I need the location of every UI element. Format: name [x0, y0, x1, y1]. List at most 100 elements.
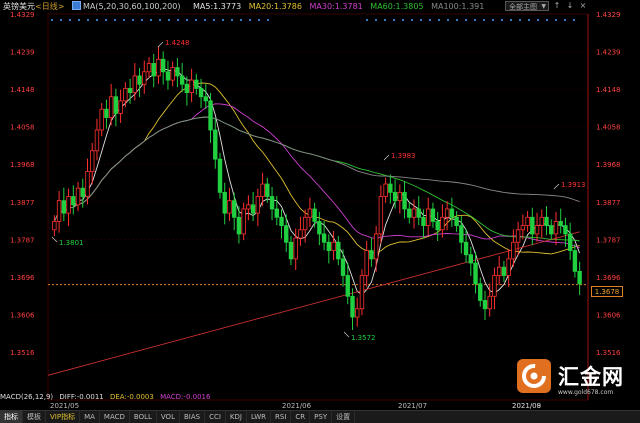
marker-dot: [258, 19, 260, 21]
candle-body: [331, 241, 336, 251]
candle-body: [492, 275, 497, 297]
candle-body: [520, 225, 526, 231]
candle-body: [85, 171, 90, 197]
marker-dot: [240, 19, 242, 21]
date-label-0: 2021/05: [50, 402, 79, 410]
candle-body: [213, 129, 218, 160]
candle-body: [350, 295, 355, 318]
close-icon[interactable]: ×: [578, 1, 588, 11]
candle-body: [392, 191, 398, 202]
candle-body: [66, 196, 71, 214]
tab-12[interactable]: CR: [291, 411, 311, 423]
macd-dea: DEA:-0.0003: [109, 393, 154, 401]
candle-body: [459, 225, 464, 243]
candle-body: [482, 300, 488, 310]
candle-body: [302, 216, 308, 231]
marker-dot: [519, 19, 521, 21]
ma100-line: [53, 116, 580, 222]
tab-3[interactable]: MA: [80, 411, 100, 423]
price-left-4: 1.3968: [10, 161, 35, 169]
tab-9[interactable]: KDJ: [226, 411, 247, 423]
candle-body: [312, 208, 317, 222]
date-label-2: 2021/07: [398, 402, 427, 410]
candle-body: [194, 79, 199, 89]
candle-body: [407, 208, 412, 218]
candle-body: [549, 225, 554, 235]
candle-body: [265, 183, 270, 197]
candle-body: [56, 200, 62, 222]
price-right-9: 1.3516: [596, 349, 621, 357]
marker-dot: [222, 19, 224, 21]
candle-body: [534, 225, 540, 235]
marker-dot: [528, 19, 530, 21]
candle-body: [127, 88, 133, 93]
candle-body: [170, 67, 175, 81]
marker-dot: [492, 19, 494, 21]
candle-body: [501, 266, 507, 276]
marker-dot: [60, 19, 62, 21]
candle-body: [146, 63, 152, 73]
ma200-line: [47, 231, 580, 376]
marker-dot: [537, 19, 539, 21]
marker-dot: [510, 19, 512, 21]
marker-dot: [159, 19, 161, 21]
tab-8[interactable]: CCI: [205, 411, 226, 423]
marker-dot: [231, 19, 233, 21]
candle-body: [284, 225, 289, 243]
annotation-low1: 1.3801: [59, 239, 84, 247]
ma20-line: [53, 82, 580, 255]
checkbox-icon[interactable]: [71, 1, 81, 10]
candle-body: [369, 250, 374, 260]
macd-value: MACD:-0.0016: [160, 393, 211, 401]
candle-body: [430, 208, 436, 222]
tab-6[interactable]: VOL: [157, 411, 180, 423]
candle-body: [572, 250, 578, 272]
tab-0[interactable]: 指标: [0, 411, 23, 423]
candle-body: [307, 208, 313, 218]
ma20-value: MA20:1.3786: [248, 2, 302, 11]
price-right-2: 1.4148: [596, 86, 621, 94]
marker-dot: [438, 19, 440, 21]
marker-dot: [456, 19, 458, 21]
candle-body: [250, 204, 256, 214]
symbol-label[interactable]: 英镑美元: [3, 2, 35, 11]
marker-dot: [483, 19, 485, 21]
tab-5[interactable]: BOLL: [130, 411, 157, 423]
candle-body: [416, 208, 421, 218]
macd-legend: MACD(26,12,9) DIFF:-0.0011 DEA:-0.0003 M…: [0, 392, 214, 402]
ma100-value: MA100:1.391: [431, 2, 485, 11]
candle-body: [563, 225, 568, 235]
tab-14[interactable]: 设置: [332, 411, 356, 423]
ma-spec[interactable]: MA(5,20,30,60,100,200): [71, 1, 186, 11]
marker-dot: [96, 19, 98, 21]
tab-4[interactable]: MACD: [100, 411, 130, 423]
ma30-line: [53, 103, 580, 249]
candle-body: [222, 191, 227, 214]
tab-7[interactable]: BIAS: [180, 411, 206, 423]
candle-body: [104, 108, 109, 118]
tab-13[interactable]: PSY: [310, 411, 333, 423]
candle-body: [364, 250, 369, 276]
candle-body: [544, 216, 549, 227]
annotation-low2: 1.3572: [351, 334, 376, 342]
tab-1[interactable]: 模板: [23, 411, 46, 423]
marker-dot: [465, 19, 467, 21]
candle-body: [179, 75, 185, 85]
arrow-down-icon[interactable]: ↓: [565, 1, 575, 11]
candle-body: [449, 208, 455, 218]
date-label-1: 2021/06: [282, 402, 312, 410]
chevron-down-icon: ▼: [541, 3, 546, 10]
tab-11[interactable]: RSI: [271, 411, 292, 423]
candle-body: [525, 216, 530, 227]
main-chart-dropdown[interactable]: 全部主图 ▼: [505, 1, 549, 11]
price-left-8: 1.3606: [10, 312, 35, 320]
tab-2[interactable]: VIP指标: [46, 411, 81, 423]
candle-body: [241, 208, 246, 235]
marker-dot: [384, 19, 386, 21]
candle-body: [383, 183, 388, 197]
period-label[interactable]: <日线>: [35, 2, 64, 11]
arrow-up-icon[interactable]: ↑: [552, 1, 562, 11]
tab-10[interactable]: LWR: [247, 411, 272, 423]
annotation-pointer: [343, 331, 350, 338]
candle-body: [189, 79, 194, 93]
